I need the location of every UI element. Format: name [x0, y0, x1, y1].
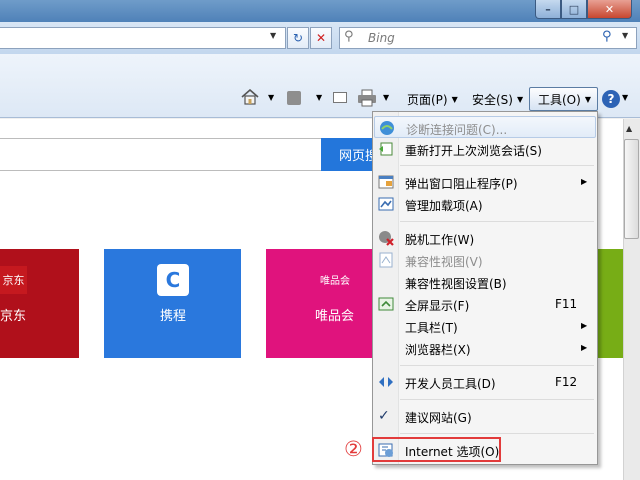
- home-icon[interactable]: [241, 89, 259, 105]
- menu-item-compat-settings[interactable]: 兼容性视图设置(B): [374, 271, 596, 293]
- chevron-down-icon: ▼: [516, 94, 524, 104]
- menu-item-label: 兼容性视图(V): [405, 255, 483, 269]
- submenu-arrow-icon: ▶: [581, 321, 588, 330]
- shortcut-label: F11: [555, 297, 578, 311]
- menu-item-label: 弹出窗口阻止程序(P): [405, 177, 518, 191]
- home-dropdown-icon[interactable]: ▼: [268, 93, 274, 102]
- close-button[interactable]: ✕: [587, 0, 632, 19]
- tile-ctrip-label: 携程: [160, 309, 187, 324]
- menu-separator: [400, 165, 594, 166]
- tile-partial[interactable]: [596, 249, 623, 358]
- tools-menu-button[interactable]: 工具(O) ▼: [529, 87, 598, 111]
- menu-item-label: 全屏显示(F): [405, 299, 470, 313]
- menu-item-developer-tools[interactable]: 开发人员工具(D) F12: [374, 371, 596, 393]
- tools-menu-label: 工具(O): [538, 92, 581, 107]
- tile-vip[interactable]: [266, 249, 374, 358]
- tile-vip-label: 唯品会: [315, 309, 355, 324]
- vip-logo: 唯品会: [320, 276, 350, 287]
- menu-item-suggested-sites[interactable]: ✓ 建议网站(G): [374, 405, 596, 427]
- menu-item-compat-view[interactable]: 兼容性视图(V): [374, 249, 596, 271]
- menu-item-label: 管理加载项(A): [405, 199, 483, 213]
- fullscreen-icon: [378, 297, 394, 311]
- page-menu-label: 页面(P): [407, 92, 448, 107]
- menu-separator: [400, 399, 594, 400]
- addons-icon: [378, 197, 394, 211]
- search-icon[interactable]: ⚲: [602, 29, 612, 44]
- chevron-down-icon: ▼: [584, 94, 591, 104]
- highlight-box: [372, 437, 501, 462]
- diagnose-icon: [380, 121, 394, 135]
- menu-item-label: 建议网站(G): [405, 411, 472, 425]
- print-icon[interactable]: [357, 89, 377, 107]
- stop-button[interactable]: ✕: [310, 27, 332, 49]
- feeds-dropdown-icon[interactable]: ▼: [316, 93, 322, 102]
- checkmark-icon: ✓: [378, 408, 390, 424]
- help-dropdown-icon[interactable]: ▼: [622, 93, 628, 102]
- address-bar[interactable]: [0, 27, 286, 49]
- popup-blocker-icon: [378, 175, 394, 189]
- ctrip-logo-icon: C: [157, 264, 189, 296]
- menu-item-label: 诊断连接问题(C)...: [406, 123, 508, 137]
- menu-item-label: 重新打开上次浏览会话(S): [405, 144, 542, 158]
- maximize-button[interactable]: □: [561, 0, 587, 19]
- menu-item-label: 兼容性视图设置(B): [405, 277, 507, 291]
- callout-number: ②: [344, 437, 363, 461]
- submenu-arrow-icon: ▶: [581, 343, 588, 352]
- mail-icon[interactable]: [333, 92, 347, 103]
- menu-item-popup-blocker[interactable]: 弹出窗口阻止程序(P) ▶: [374, 171, 596, 193]
- menu-separator: [400, 365, 594, 366]
- menu-separator: [400, 433, 594, 434]
- safety-menu-button[interactable]: 安全(S) ▼: [472, 88, 523, 110]
- address-dropdown-icon[interactable]: ▼: [270, 31, 276, 40]
- devtools-icon: [379, 377, 393, 387]
- menu-item-diagnose[interactable]: 诊断连接问题(C)...: [374, 116, 596, 138]
- menu-item-label: 工具栏(T): [405, 321, 458, 335]
- menu-item-manage-addons[interactable]: 管理加载项(A): [374, 193, 596, 215]
- help-icon[interactable]: ?: [602, 90, 620, 108]
- menu-item-label: 脱机工作(W): [405, 233, 475, 247]
- web-search-input[interactable]: [0, 138, 322, 171]
- menu-separator: [400, 221, 594, 222]
- menu-item-explorer-bars[interactable]: 浏览器栏(X) ▶: [374, 337, 596, 359]
- offline-icon: [379, 231, 394, 246]
- print-dropdown-icon[interactable]: ▼: [383, 93, 389, 102]
- refresh-icon: ↻: [292, 31, 304, 45]
- reopen-session-icon: [379, 142, 393, 156]
- compat-view-icon: [379, 252, 393, 268]
- page-menu-button[interactable]: 页面(P) ▼: [407, 88, 458, 110]
- scroll-thumb[interactable]: [624, 139, 639, 239]
- safety-menu-label: 安全(S): [472, 92, 513, 107]
- stop-icon: ✕: [315, 31, 327, 45]
- scroll-up-icon[interactable]: ▲: [626, 124, 632, 133]
- jd-logo: 京东: [0, 266, 27, 294]
- chevron-down-icon: ▼: [451, 94, 458, 104]
- minimize-button[interactable]: –: [535, 0, 561, 19]
- feeds-icon[interactable]: [287, 91, 301, 105]
- menu-item-reopen-session[interactable]: 重新打开上次浏览会话(S): [374, 138, 596, 160]
- tile-jd-label: 京东: [0, 309, 27, 324]
- shortcut-label: F12: [555, 375, 578, 389]
- menu-item-label: 开发人员工具(D): [405, 377, 496, 391]
- web-search-button[interactable]: 网页搜: [321, 138, 375, 171]
- search-placeholder: Bing: [368, 31, 395, 45]
- search-dropdown-icon[interactable]: ▼: [622, 31, 628, 40]
- submenu-arrow-icon: ▶: [581, 177, 588, 186]
- menu-item-toolbars[interactable]: 工具栏(T) ▶: [374, 315, 596, 337]
- menu-item-fullscreen[interactable]: 全屏显示(F) F11: [374, 293, 596, 315]
- menu-item-work-offline[interactable]: 脱机工作(W): [374, 227, 596, 249]
- search-provider-icon: ⚲: [344, 29, 354, 44]
- refresh-button[interactable]: ↻: [287, 27, 309, 49]
- menu-item-label: 浏览器栏(X): [405, 343, 471, 357]
